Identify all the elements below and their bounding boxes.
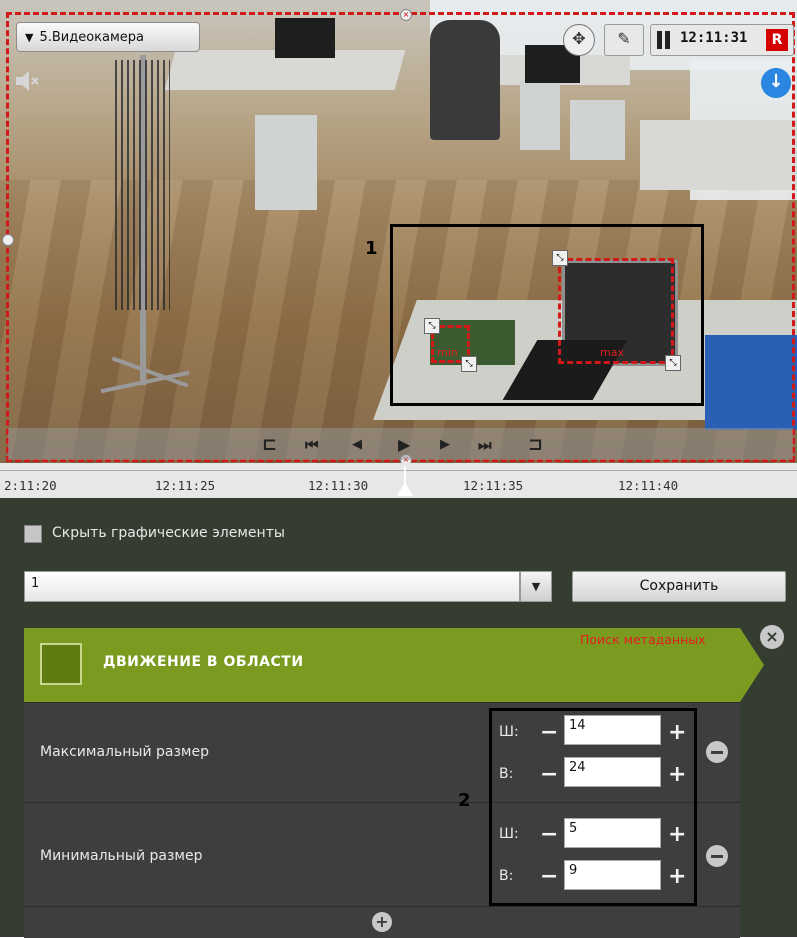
timeline-tick: 12:11:40: [618, 478, 679, 493]
callout-label-1: 1: [365, 238, 378, 259]
chevron-down-icon[interactable]: ▼: [520, 571, 552, 602]
frame-handle-left[interactable]: [2, 234, 14, 246]
object-select-input[interactable]: 1: [24, 571, 520, 602]
camera-name: 5.Видеокамера: [39, 29, 145, 45]
download-icon[interactable]: ↓: [761, 68, 791, 98]
callout-label-2: 2: [458, 790, 471, 811]
step-back-icon[interactable]: ◀: [352, 434, 362, 456]
hide-graphics-label: Скрыть графические элементы: [52, 525, 285, 541]
section-title: ДВИЖЕНИЕ В ОБЛАСТИ: [103, 654, 304, 670]
save-button[interactable]: Сохранить: [572, 571, 786, 602]
remove-max-icon[interactable]: [706, 741, 728, 763]
max-size-label: Максимальный размер: [40, 744, 209, 760]
resize-handle-min-br[interactable]: ⤡: [461, 356, 477, 372]
timeline-tick: 12:11:25: [155, 478, 216, 493]
ptz-move-icon[interactable]: ✥: [563, 24, 595, 56]
camera-select-button[interactable]: ▼ 5.Видеокамера: [16, 22, 200, 52]
min-size-label: Минимальный размер: [40, 848, 203, 864]
timeline-tick: 12:11:30: [308, 478, 369, 493]
timeline-tick: 12:11:35: [463, 478, 524, 493]
remove-min-icon[interactable]: [706, 845, 728, 867]
max-label: max: [600, 346, 624, 359]
hide-graphics-checkbox[interactable]: [24, 525, 42, 543]
area-motion-icon: [40, 643, 82, 685]
close-icon[interactable]: ×: [760, 625, 784, 649]
timeline-cursor[interactable]: [397, 482, 413, 496]
resize-handle-min-tl[interactable]: ⤡: [424, 318, 440, 334]
fast-rewind-icon[interactable]: ⏮: [305, 434, 319, 456]
resize-handle-max-tl[interactable]: ⤡: [552, 250, 568, 266]
play-icon[interactable]: ▶: [398, 434, 410, 456]
step-forward-icon[interactable]: ▶: [440, 434, 450, 456]
frame-handle-top[interactable]: ×: [400, 9, 412, 21]
pause-icon-bar-2: [665, 31, 670, 49]
pause-icon-bar-1: [657, 31, 662, 49]
timeline-tick: 2:11:20: [4, 478, 57, 493]
camera-time: 12:11:31: [680, 30, 748, 46]
timeline-line: [0, 470, 797, 471]
jump-end-icon[interactable]: ⊐: [528, 434, 543, 456]
callout-box-2: [489, 708, 697, 906]
min-label: min: [437, 346, 458, 359]
add-icon[interactable]: +: [372, 912, 392, 932]
jump-start-icon[interactable]: ⊏: [262, 434, 277, 456]
comment-icon[interactable]: ✎: [604, 24, 644, 56]
video-viewport[interactable]: × × ▼ 5.Видеокамера ✥ ✎ 12:11:31 R ↓ 1 m…: [0, 0, 797, 463]
resize-handle-max-br[interactable]: ⤡: [665, 355, 681, 371]
meta-search-label[interactable]: Поиск метаданных: [580, 632, 706, 647]
timeline-cursor-line: [404, 466, 406, 484]
rec-badge: R: [766, 29, 788, 51]
speaker-muted-icon[interactable]: [14, 68, 40, 94]
chevron-down-icon: ▼: [25, 30, 34, 44]
fast-forward-icon[interactable]: ⏭: [478, 434, 492, 456]
